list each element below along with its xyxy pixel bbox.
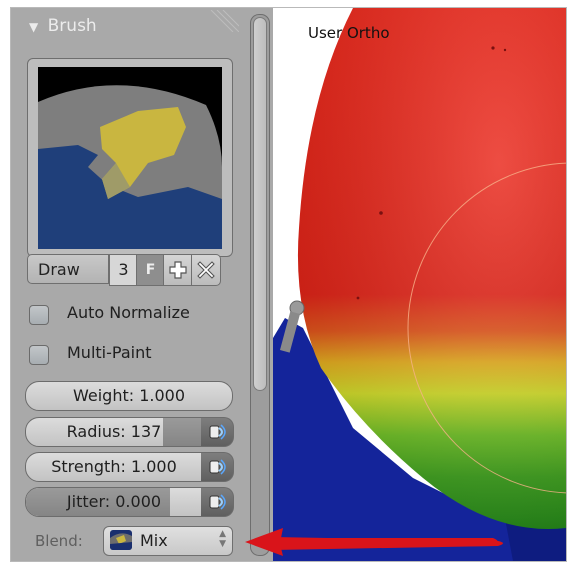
multi-paint-checkbox[interactable] [29, 345, 49, 365]
remove-brush-button[interactable] [191, 254, 221, 286]
blend-mode-value: Mix [140, 531, 168, 550]
radius-slider-label: Radius: 137 [66, 422, 162, 441]
multi-paint-label: Multi-Paint [67, 343, 152, 362]
strength-slider[interactable]: Strength: 1.000 [25, 452, 203, 482]
pressure-icon [209, 424, 226, 440]
updown-arrows-icon: ▲ ▼ [219, 529, 226, 549]
add-brush-button[interactable] [163, 254, 193, 286]
panel-scrollbar-thumb[interactable] [253, 17, 267, 391]
jitter-slider[interactable]: Jitter: 0.000 [25, 487, 203, 517]
disclosure-triangle-icon[interactable]: ▼ [29, 20, 38, 34]
pressure-icon [209, 459, 226, 475]
auto-normalize-label: Auto Normalize [67, 303, 190, 322]
plus-icon [169, 261, 187, 279]
weight-slider-label: Weight: 1.000 [72, 386, 186, 405]
brush-panel-title: Brush [47, 16, 97, 36]
brush-preview[interactable] [27, 58, 233, 257]
blend-label: Blend: [35, 532, 83, 550]
strength-pressure-button[interactable] [201, 452, 234, 482]
view-mode-label: User Ortho [308, 24, 390, 42]
brush-users-count[interactable]: 3 [109, 254, 138, 286]
blend-annotation-arrow [245, 528, 498, 556]
panel-scrollbar[interactable] [250, 14, 270, 556]
pressure-icon [209, 494, 226, 510]
blend-row: Blend: Mix ▲ ▼ [25, 526, 245, 556]
x-icon [197, 261, 215, 279]
brush-preview-image [38, 67, 222, 249]
jitter-pressure-button[interactable] [201, 487, 234, 517]
fake-user-button[interactable]: F [136, 254, 165, 286]
radius-slider[interactable]: Radius: 137 [25, 417, 203, 447]
blend-mode-icon [110, 530, 132, 550]
brush-panel-header[interactable]: ▼ Brush [29, 16, 97, 36]
panel-grip-icon[interactable] [205, 10, 239, 32]
weight-slider[interactable]: Weight: 1.000 [25, 381, 233, 411]
brush-name-field[interactable]: Draw [27, 254, 109, 284]
blend-mode-dropdown[interactable]: Mix ▲ ▼ [103, 526, 233, 556]
screenshot-frame: ▼ Brush Draw 3 F Auto Normalize Multi-Pa… [10, 7, 567, 562]
3d-viewport[interactable]: User Ortho [273, 8, 566, 561]
brush-panel: ▼ Brush Draw 3 F Auto Normalize Multi-Pa… [11, 8, 273, 561]
viewport-scene [273, 8, 566, 561]
auto-normalize-checkbox[interactable] [29, 305, 49, 325]
radius-pressure-button[interactable] [201, 417, 234, 447]
strength-slider-label: Strength: 1.000 [51, 457, 177, 476]
jitter-slider-label: Jitter: 0.000 [66, 492, 162, 511]
